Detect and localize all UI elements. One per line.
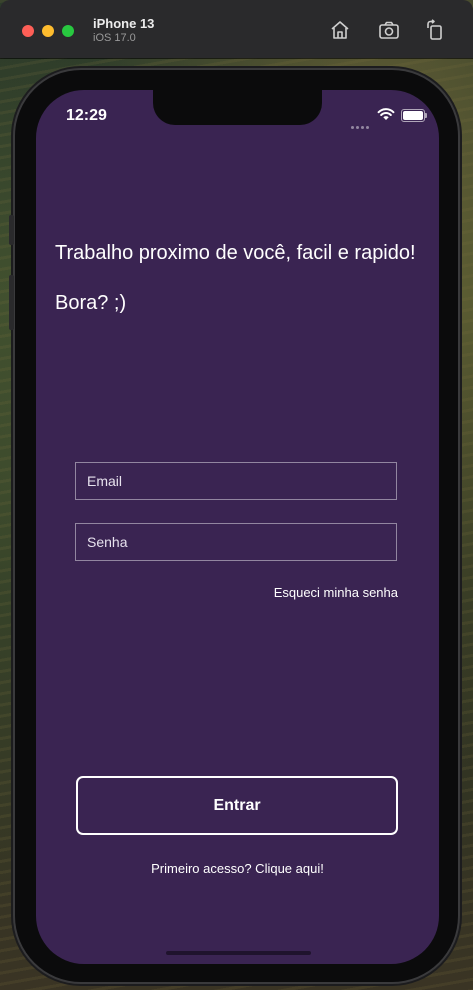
screenshot-icon[interactable] [377, 18, 401, 42]
first-access-link[interactable]: Primeiro acesso? Clique aqui! [36, 861, 439, 876]
rotate-icon[interactable] [423, 18, 447, 42]
email-field[interactable] [75, 462, 397, 500]
wifi-icon [377, 107, 395, 121]
zoom-window-button[interactable] [62, 25, 74, 37]
minimize-window-button[interactable] [42, 25, 54, 37]
forgot-password-link[interactable]: Esqueci minha senha [274, 585, 398, 600]
password-field[interactable] [75, 523, 397, 561]
password-input[interactable] [87, 534, 385, 550]
battery-icon [401, 109, 427, 122]
simulator-toolbar: iPhone 13 iOS 17.0 [0, 0, 473, 58]
home-indicator[interactable] [166, 951, 311, 955]
os-version: iOS 17.0 [93, 32, 136, 44]
subline: Bora? ;) [55, 292, 127, 314]
notch [153, 90, 322, 125]
app-screen: 12:29 Trabalho proximo de você, facil e … [36, 90, 439, 964]
mute-switch [9, 215, 14, 245]
device-name: iPhone 13 [93, 16, 155, 31]
home-icon[interactable] [328, 18, 352, 42]
enter-button[interactable]: Entrar [76, 776, 398, 835]
close-window-button[interactable] [22, 25, 34, 37]
status-time: 12:29 [66, 107, 107, 124]
email-input[interactable] [87, 473, 385, 489]
headline: Trabalho proximo de você, facil e rapido… [55, 242, 416, 264]
signal-icon [351, 116, 371, 129]
volume-up-button [9, 275, 14, 330]
